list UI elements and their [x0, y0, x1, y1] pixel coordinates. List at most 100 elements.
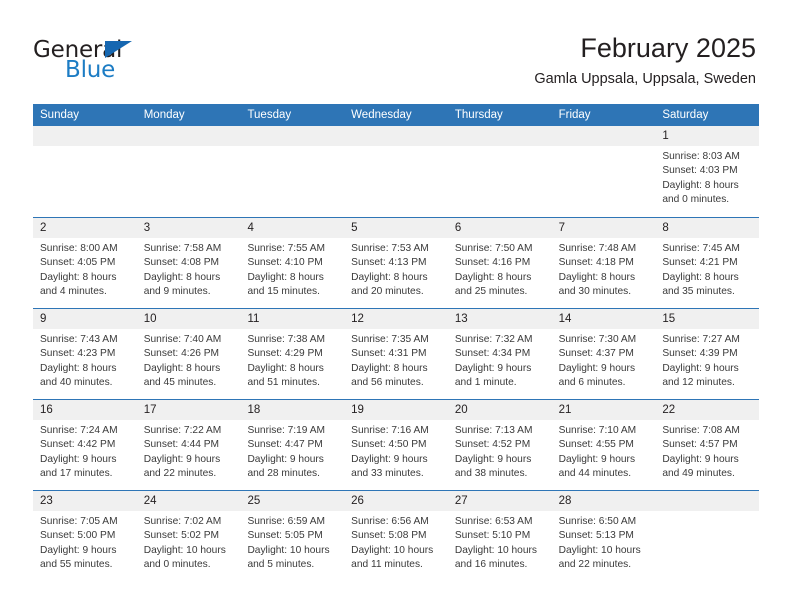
- sunset-text: Sunset: 4:23 PM: [40, 348, 116, 360]
- day-info: Sunrise: 7:19 AM Sunset: 4:47 PM Dayligh…: [240, 420, 344, 481]
- day-info: Sunrise: 7:43 AM Sunset: 4:23 PM Dayligh…: [33, 329, 137, 390]
- day-number: 15: [655, 309, 760, 329]
- day-cell[interactable]: 21 Sunrise: 7:10 AM Sunset: 4:55 PM Dayl…: [551, 400, 656, 490]
- day-number: 6: [447, 218, 552, 238]
- sunset-text: Sunset: 5:10 PM: [454, 530, 531, 542]
- day-cell[interactable]: 4 Sunrise: 7:55 AM Sunset: 4:10 PM Dayli…: [240, 218, 345, 308]
- day-info: Sunrise: 7:50 AM Sunset: 4:16 PM Dayligh…: [448, 238, 552, 299]
- daylight-line2: and 30 minutes.: [558, 285, 632, 297]
- calendar-page: General Blue February 2025 Gamla Uppsala…: [0, 0, 792, 612]
- day-cell[interactable]: 18 Sunrise: 7:19 AM Sunset: 4:47 PM Dayl…: [240, 400, 345, 490]
- day-info: [240, 146, 344, 150]
- logo-triangle-icon: [105, 41, 132, 58]
- sunrise-text: Sunrise: 7:32 AM: [454, 334, 533, 345]
- sunrise-text: Sunrise: 7:45 AM: [662, 243, 740, 254]
- sunrise-text: Sunrise: 7:53 AM: [351, 243, 429, 254]
- day-number: 24: [136, 491, 241, 511]
- daylight-line2: and 22 minutes.: [143, 467, 217, 479]
- day-cell[interactable]: 14 Sunrise: 7:30 AM Sunset: 4:37 PM Dayl…: [551, 309, 656, 399]
- sunrise-text: Sunrise: 7:19 AM: [247, 425, 326, 436]
- sunrise-text: Sunrise: 6:59 AM: [247, 516, 326, 527]
- sunrise-text: Sunrise: 7:22 AM: [143, 425, 222, 436]
- sunset-text: Sunset: 4:21 PM: [662, 257, 738, 269]
- sunset-text: Sunset: 4:05 PM: [40, 257, 116, 269]
- day-number: 22: [655, 400, 760, 420]
- week-row: 23 Sunrise: 7:05 AM Sunset: 5:00 PM Dayl…: [33, 490, 760, 581]
- day-info: Sunrise: 7:30 AM Sunset: 4:37 PM Dayligh…: [552, 329, 656, 390]
- day-cell[interactable]: 13 Sunrise: 7:32 AM Sunset: 4:34 PM Dayl…: [447, 309, 552, 399]
- sunrise-text: Sunrise: 7:10 AM: [558, 425, 637, 436]
- daylight-line1: Daylight: 8 hours: [143, 271, 221, 283]
- sunset-text: Sunset: 4:42 PM: [40, 439, 116, 451]
- daylight-line1: Daylight: 10 hours: [143, 544, 226, 556]
- day-number: 9: [33, 309, 137, 329]
- day-cell[interactable]: 2 Sunrise: 8:00 AM Sunset: 4:05 PM Dayli…: [33, 218, 137, 308]
- day-info: [33, 146, 137, 150]
- day-cell[interactable]: 20 Sunrise: 7:13 AM Sunset: 4:52 PM Dayl…: [447, 400, 552, 490]
- day-info: Sunrise: 7:22 AM Sunset: 4:44 PM Dayligh…: [137, 420, 241, 481]
- day-cell[interactable]: 19 Sunrise: 7:16 AM Sunset: 4:50 PM Dayl…: [344, 400, 448, 490]
- day-cell[interactable]: 28 Sunrise: 6:50 AM Sunset: 5:13 PM Dayl…: [551, 491, 656, 581]
- day-cell[interactable]: [655, 491, 760, 581]
- day-cell[interactable]: 9 Sunrise: 7:43 AM Sunset: 4:23 PM Dayli…: [33, 309, 137, 399]
- day-cell[interactable]: [447, 126, 552, 217]
- daylight-line2: and 4 minutes.: [40, 285, 107, 297]
- day-info: Sunrise: 7:38 AM Sunset: 4:29 PM Dayligh…: [240, 329, 344, 390]
- day-cell[interactable]: 17 Sunrise: 7:22 AM Sunset: 4:44 PM Dayl…: [136, 400, 241, 490]
- day-cell[interactable]: 27 Sunrise: 6:53 AM Sunset: 5:10 PM Dayl…: [447, 491, 552, 581]
- weekday-header-saturday: Saturday: [662, 109, 709, 121]
- day-number: 26: [344, 491, 448, 511]
- day-cell[interactable]: 12 Sunrise: 7:35 AM Sunset: 4:31 PM Dayl…: [344, 309, 448, 399]
- day-cell[interactable]: 7 Sunrise: 7:48 AM Sunset: 4:18 PM Dayli…: [551, 218, 656, 308]
- day-number: 5: [344, 218, 448, 238]
- daylight-line1: Daylight: 9 hours: [454, 453, 532, 465]
- day-cell[interactable]: 8 Sunrise: 7:45 AM Sunset: 4:21 PM Dayli…: [655, 218, 760, 308]
- daylight-line2: and 20 minutes.: [351, 285, 424, 297]
- day-cell[interactable]: 23 Sunrise: 7:05 AM Sunset: 5:00 PM Dayl…: [33, 491, 137, 581]
- day-cell[interactable]: [136, 126, 241, 217]
- page-title: February 2025: [580, 33, 756, 63]
- calendar-grid: Sunday Monday Tuesday Wednesday Thursday…: [33, 104, 760, 581]
- day-cell[interactable]: 22 Sunrise: 7:08 AM Sunset: 4:57 PM Dayl…: [655, 400, 760, 490]
- daylight-line1: Daylight: 10 hours: [558, 544, 641, 556]
- day-cell[interactable]: 3 Sunrise: 7:58 AM Sunset: 4:08 PM Dayli…: [136, 218, 241, 308]
- day-cell[interactable]: 5 Sunrise: 7:53 AM Sunset: 4:13 PM Dayli…: [344, 218, 448, 308]
- day-number: 10: [136, 309, 241, 329]
- day-number: 17: [136, 400, 241, 420]
- day-number: 20: [447, 400, 552, 420]
- day-cell[interactable]: 11 Sunrise: 7:38 AM Sunset: 4:29 PM Dayl…: [240, 309, 345, 399]
- day-info: Sunrise: 6:53 AM Sunset: 5:10 PM Dayligh…: [448, 511, 552, 572]
- day-number: 14: [551, 309, 656, 329]
- day-cell[interactable]: [33, 126, 137, 217]
- sunset-text: Sunset: 4:18 PM: [558, 257, 634, 269]
- day-number: 7: [551, 218, 656, 238]
- daylight-line1: Daylight: 8 hours: [351, 271, 428, 283]
- general-blue-logo[interactable]: General Blue: [33, 38, 213, 84]
- daylight-line2: and 5 minutes.: [247, 558, 315, 570]
- sunset-text: Sunset: 4:44 PM: [143, 439, 220, 451]
- day-cell[interactable]: 26 Sunrise: 6:56 AM Sunset: 5:08 PM Dayl…: [344, 491, 448, 581]
- daylight-line1: Daylight: 9 hours: [40, 453, 117, 465]
- day-cell[interactable]: [344, 126, 448, 217]
- day-cell[interactable]: [240, 126, 345, 217]
- day-cell[interactable]: 24 Sunrise: 7:02 AM Sunset: 5:02 PM Dayl…: [136, 491, 241, 581]
- day-info: Sunrise: 7:55 AM Sunset: 4:10 PM Dayligh…: [240, 238, 344, 299]
- day-cell[interactable]: 10 Sunrise: 7:40 AM Sunset: 4:26 PM Dayl…: [136, 309, 241, 399]
- sunrise-text: Sunrise: 7:50 AM: [454, 243, 533, 254]
- day-info: [655, 511, 759, 515]
- day-cell[interactable]: 25 Sunrise: 6:59 AM Sunset: 5:05 PM Dayl…: [240, 491, 345, 581]
- day-cell[interactable]: 6 Sunrise: 7:50 AM Sunset: 4:16 PM Dayli…: [447, 218, 552, 308]
- daylight-line1: Daylight: 8 hours: [662, 179, 739, 191]
- page-header: General Blue February 2025 Gamla Uppsala…: [0, 0, 792, 104]
- day-info: [344, 146, 448, 150]
- sunset-text: Sunset: 5:13 PM: [558, 530, 634, 542]
- daylight-line1: Daylight: 9 hours: [662, 362, 739, 374]
- day-cell[interactable]: 1 Sunrise: 8:03 AM Sunset: 4:03 PM Dayli…: [655, 126, 760, 217]
- weekday-header-friday: Friday: [558, 109, 591, 121]
- day-number: 18: [240, 400, 345, 420]
- day-cell[interactable]: [551, 126, 656, 217]
- day-cell[interactable]: 15 Sunrise: 7:27 AM Sunset: 4:39 PM Dayl…: [655, 309, 760, 399]
- day-cell[interactable]: 16 Sunrise: 7:24 AM Sunset: 4:42 PM Dayl…: [33, 400, 137, 490]
- day-number: 25: [240, 491, 345, 511]
- daylight-line2: and 28 minutes.: [247, 467, 320, 479]
